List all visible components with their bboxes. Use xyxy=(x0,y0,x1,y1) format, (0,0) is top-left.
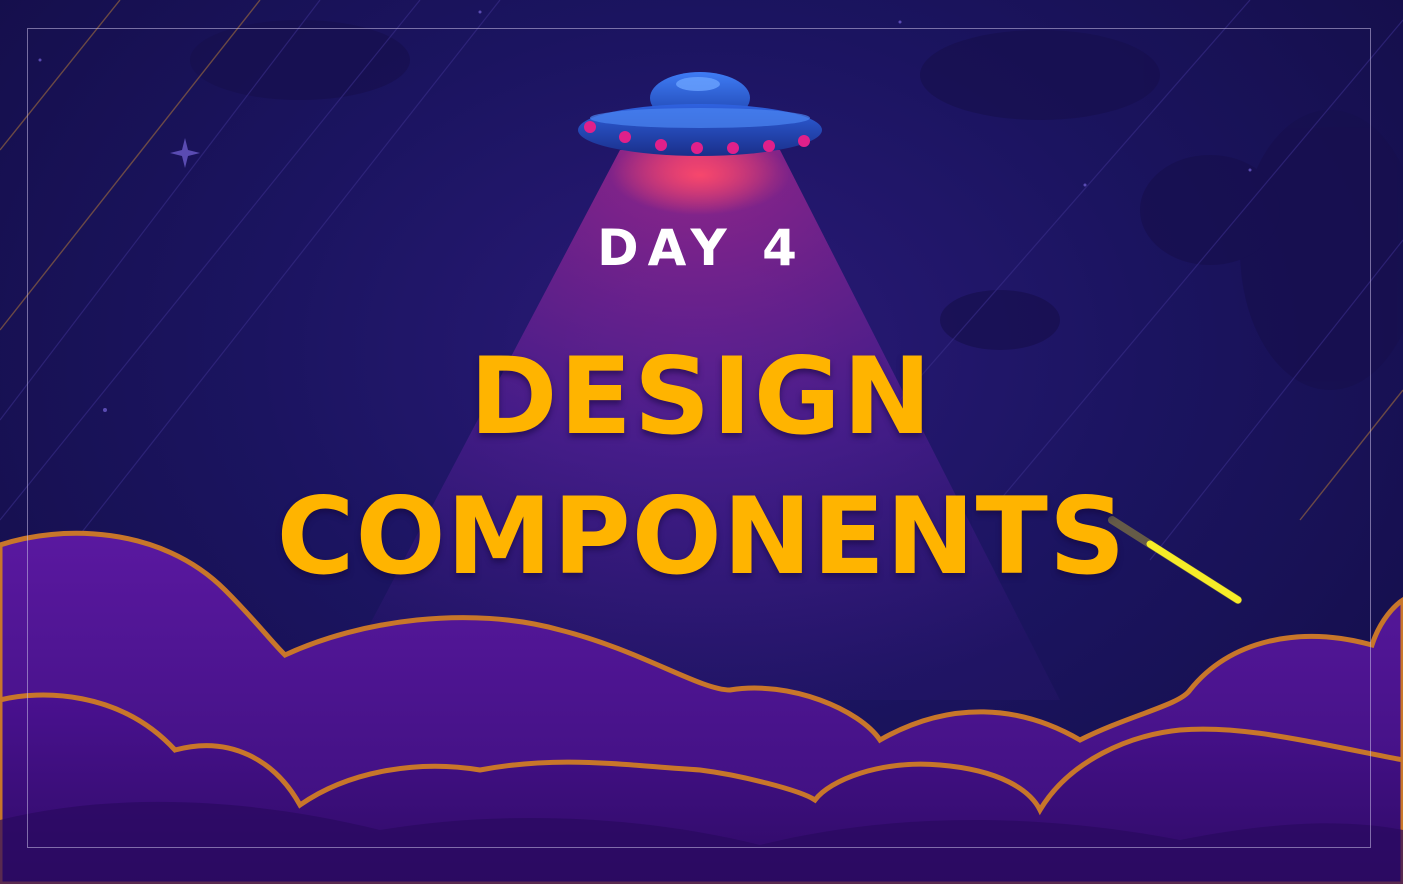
title-line-2: COMPONENTS xyxy=(276,475,1127,598)
title-line-1: DESIGN xyxy=(469,335,934,458)
slide-canvas: DAY 4 DESIGN COMPONENTS xyxy=(0,0,1403,884)
day-label: DAY 4 xyxy=(597,219,806,277)
